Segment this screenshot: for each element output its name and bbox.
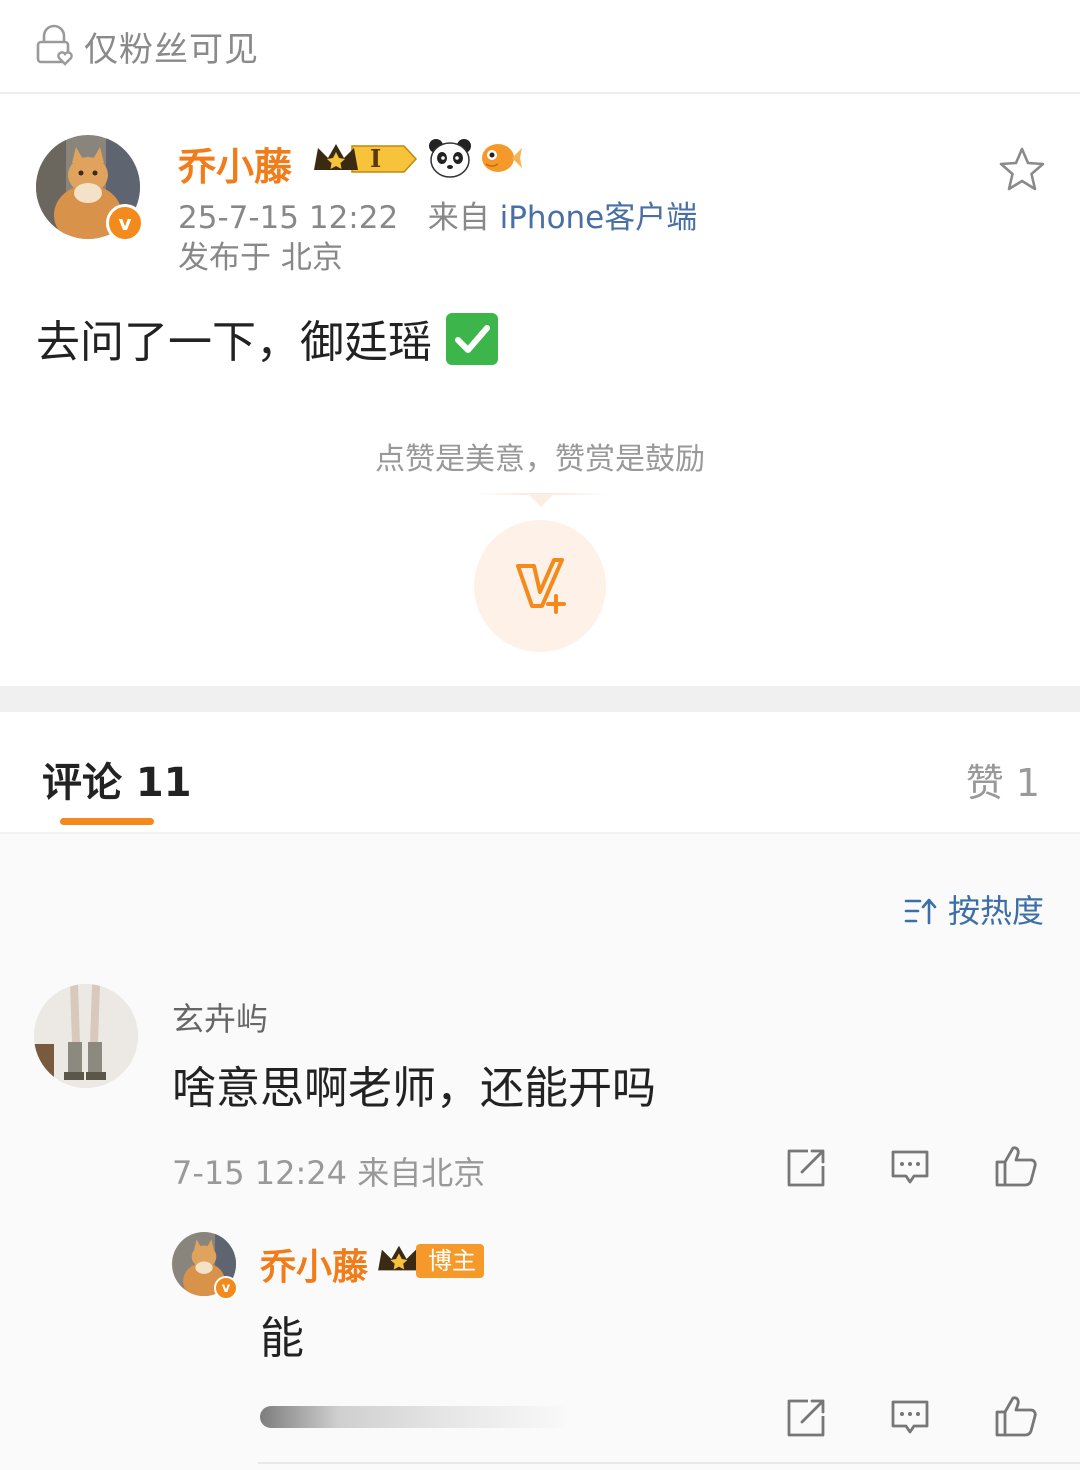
comment-icon[interactable]	[890, 1148, 930, 1188]
post-content: 去问了一下，御廷瑶	[36, 306, 498, 370]
section-gap	[0, 686, 1080, 712]
comment-time: 7-15 12:24 来自北京	[172, 1154, 486, 1192]
check-mark-icon	[446, 313, 498, 365]
post-meta: 25-7-15 12:22 来自 iPhone客户端	[178, 192, 697, 237]
sort-icon	[904, 898, 937, 925]
visibility-label: 仅粉丝可见	[84, 30, 259, 70]
tab-active-indicator	[60, 818, 154, 825]
legs-photo	[34, 984, 138, 1088]
like-icon[interactable]	[994, 1144, 1038, 1188]
v-plus-icon	[516, 558, 566, 614]
tab-likes[interactable]: 赞 1	[966, 752, 1040, 807]
from-prefix: 来自	[427, 200, 490, 236]
sort-label: 按热度	[947, 892, 1044, 930]
verified-badge-icon: v	[214, 1276, 238, 1300]
divider	[258, 1462, 1080, 1464]
post-source[interactable]: iPhone客户端	[500, 200, 698, 236]
comment-icon[interactable]	[890, 1398, 930, 1438]
share-icon[interactable]	[786, 1398, 826, 1438]
author-name[interactable]: 乔小藤	[178, 136, 292, 191]
reply-author-name[interactable]: 乔小藤	[260, 1238, 368, 1290]
tab-comments[interactable]: 评论 11	[42, 750, 192, 808]
share-icon[interactable]	[786, 1148, 826, 1188]
reward-pointer	[528, 494, 554, 507]
blogger-badge: 博主	[416, 1244, 484, 1278]
post-date: 25-7-15 12:22	[178, 200, 399, 236]
goldfish-icon[interactable]	[478, 138, 522, 178]
sort-button[interactable]: 按热度	[904, 886, 1044, 932]
comment-text: 啥意思啊老师，还能开吗	[172, 1063, 656, 1114]
panda-icon[interactable]	[428, 138, 472, 178]
reply-text: 能	[260, 1313, 304, 1364]
visibility-bar: 仅粉丝可见	[0, 0, 1080, 94]
crown-icon	[378, 1245, 420, 1271]
star-icon[interactable]	[998, 146, 1046, 192]
post-location: 发布于 北京	[178, 240, 343, 276]
post-text: 去问了一下，御廷瑶	[36, 317, 432, 368]
commenter-avatar[interactable]	[34, 984, 138, 1088]
commenter-name[interactable]: 玄卉屿	[172, 994, 268, 1040]
lock-heart-icon	[36, 24, 73, 66]
like-icon[interactable]	[994, 1394, 1038, 1438]
reward-prompt: 点赞是美意，赞赏是鼓励	[375, 442, 705, 477]
verified-badge-icon: v	[106, 204, 144, 242]
reward-button[interactable]	[474, 520, 606, 652]
crown-rank-badge-icon[interactable]: I	[312, 140, 418, 178]
blurred-time-placeholder	[260, 1406, 572, 1428]
